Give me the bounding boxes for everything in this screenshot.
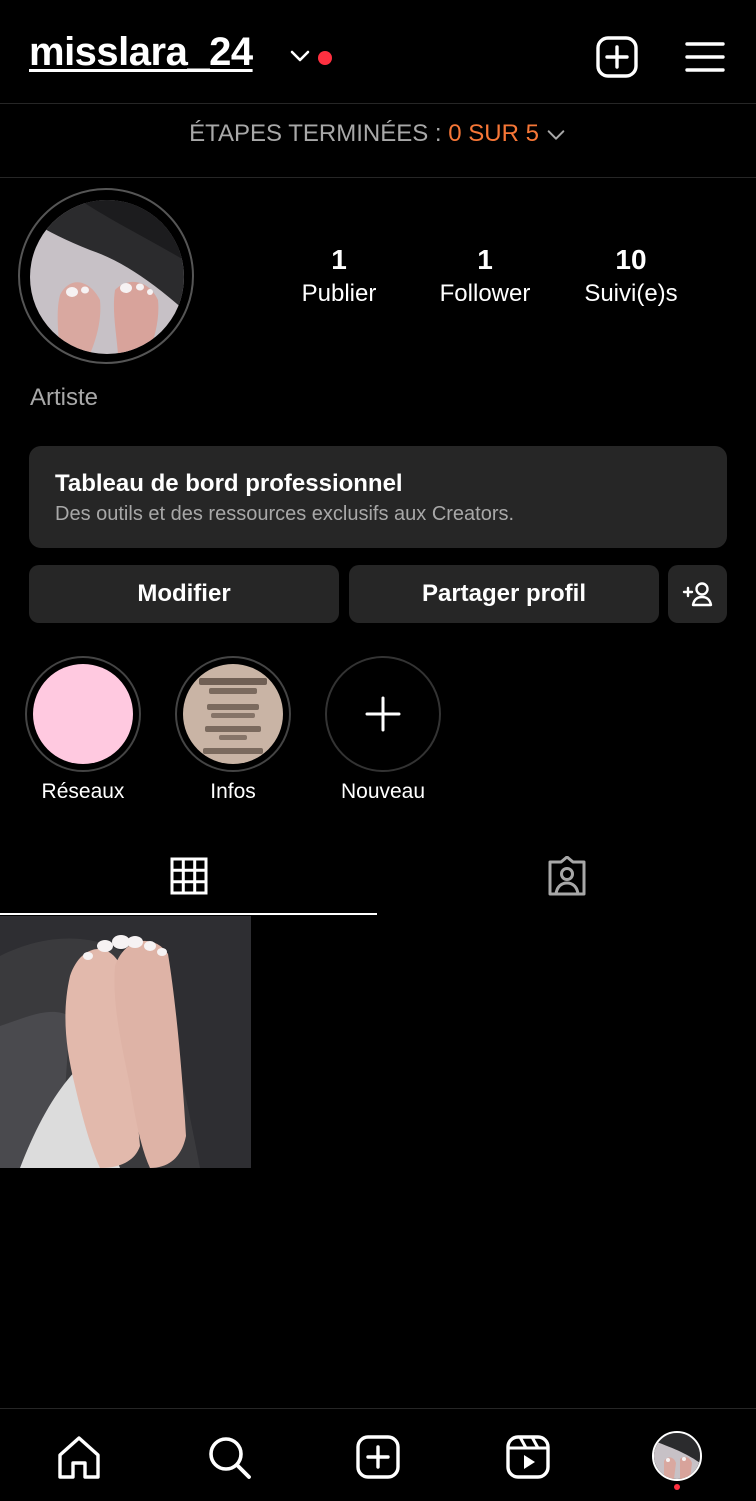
plus-icon xyxy=(365,696,401,732)
highlight-label: Réseaux xyxy=(41,780,125,803)
stat-label: Follower xyxy=(439,280,531,307)
profile-avatar[interactable] xyxy=(652,1431,702,1481)
steps-label: ÉTAPES TERMINÉES : xyxy=(189,120,449,147)
tagged-icon xyxy=(548,856,586,896)
tab-tagged[interactable] xyxy=(378,842,756,914)
active-tab-indicator xyxy=(0,913,377,915)
dashboard-title: Tableau de bord professionnel xyxy=(55,470,403,497)
header-divider xyxy=(0,103,756,104)
create-icon[interactable] xyxy=(354,1433,402,1481)
highlight-cover xyxy=(33,664,133,764)
username-title[interactable]: misslara_24 xyxy=(29,30,253,75)
highlight-label: Infos xyxy=(210,780,256,803)
search-icon[interactable] xyxy=(205,1433,253,1481)
professional-dashboard-card[interactable]: Tableau de bord professionnel Des outils… xyxy=(29,446,727,548)
highlight-infos[interactable] xyxy=(175,656,291,772)
highlight-cover xyxy=(183,664,283,764)
steps-divider xyxy=(0,177,756,178)
grid-icon xyxy=(170,857,208,895)
notification-dot xyxy=(318,51,332,65)
chevron-down-icon[interactable] xyxy=(288,44,312,68)
chevron-down-icon xyxy=(547,129,565,140)
avatar[interactable] xyxy=(30,200,184,354)
home-icon[interactable] xyxy=(55,1433,103,1481)
highlight-reseaux[interactable] xyxy=(25,656,141,772)
stat-label: Suivi(e)s xyxy=(584,280,678,307)
stat-following[interactable]: 10 Suivi(e)s xyxy=(556,244,706,308)
plus-square-icon[interactable] xyxy=(596,36,638,78)
share-profile-button[interactable]: Partager profil xyxy=(349,565,659,623)
hamburger-menu-icon[interactable] xyxy=(684,40,726,74)
add-person-icon xyxy=(682,582,712,607)
stat-count: 1 xyxy=(331,244,347,275)
notification-dot xyxy=(674,1484,680,1490)
bottom-navigation xyxy=(0,1408,756,1501)
stat-label: Publier xyxy=(301,280,377,307)
dashboard-subtitle: Des outils et des ressources exclusifs a… xyxy=(55,503,515,525)
discover-people-button[interactable] xyxy=(668,565,727,623)
reels-icon[interactable] xyxy=(504,1433,552,1481)
edit-profile-button[interactable]: Modifier xyxy=(29,565,339,623)
highlight-new[interactable] xyxy=(325,656,441,772)
profile-category: Artiste xyxy=(30,384,99,411)
post-thumbnail[interactable] xyxy=(0,916,251,1168)
highlight-label: Nouveau xyxy=(340,780,426,803)
tab-posts-grid[interactable] xyxy=(0,842,377,914)
steps-count: 0 SUR 5 xyxy=(448,120,539,147)
stat-followers[interactable]: 1 Follower xyxy=(410,244,560,308)
stat-count: 10 xyxy=(615,244,647,275)
stat-count: 1 xyxy=(477,244,493,275)
steps-progress-bar[interactable]: ÉTAPES TERMINÉES : 0 SUR 5 xyxy=(0,120,756,148)
stat-posts[interactable]: 1 Publier xyxy=(264,244,414,308)
